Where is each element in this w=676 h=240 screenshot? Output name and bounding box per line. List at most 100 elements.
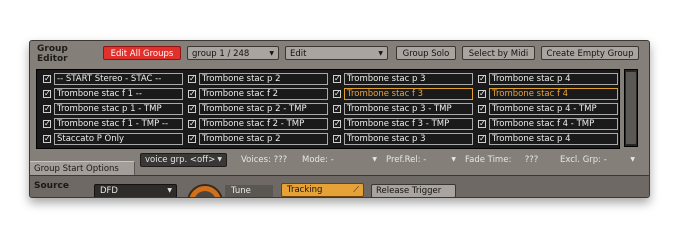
fade-time-value: ??? xyxy=(524,155,539,165)
group-cell[interactable]: ✓ Trombone stac p 3 - TMP xyxy=(330,103,474,115)
voice-group-value: voice grp. <off> xyxy=(145,155,216,165)
voice-group-dropdown[interactable]: voice grp. <off> ▼ xyxy=(140,153,227,167)
voices-field[interactable]: Voices: ??? xyxy=(241,153,287,167)
group-cell[interactable]: ✓ Trombone stac f 2 xyxy=(185,88,329,100)
group-select-dropdown[interactable]: group 1 / 248 ▼ xyxy=(187,46,279,60)
group-name[interactable]: Trombone stac p 3 xyxy=(344,133,473,145)
group-cell[interactable]: ✓ Trombone stac f 4 - TMP xyxy=(475,118,619,130)
group-name[interactable]: Staccato P Only xyxy=(54,133,183,145)
group-enable-checkbox[interactable]: ✓ xyxy=(188,120,196,128)
group-cell[interactable]: ✓ Trombone stac p 2 xyxy=(185,133,329,145)
chevron-down-icon: ▼ xyxy=(451,156,456,163)
group-enable-checkbox[interactable]: ✓ xyxy=(43,105,51,113)
group-name[interactable]: Trombone stac p 2 - TMP xyxy=(199,103,328,115)
group-name[interactable]: Trombone stac f 4 xyxy=(489,88,618,100)
chevron-down-icon: ▼ xyxy=(630,156,635,163)
chevron-down-icon: ▼ xyxy=(269,50,274,57)
group-enable-checkbox[interactable]: ✓ xyxy=(478,120,486,128)
scrollbar-thumb[interactable] xyxy=(626,72,636,144)
group-enable-checkbox[interactable]: ✓ xyxy=(478,105,486,113)
mode-value: - xyxy=(330,155,334,165)
group-name[interactable]: Trombone stac f 1 - TMP -- xyxy=(54,118,183,130)
group-name[interactable]: -- START Stereo - STAC -- xyxy=(54,73,183,85)
exclusive-group-field[interactable]: Excl. Grp: - ▼ xyxy=(560,153,635,167)
tracking-label: Tracking xyxy=(287,185,323,195)
group-name[interactable]: Trombone stac p 2 xyxy=(199,73,328,85)
group-name[interactable]: Trombone stac p 3 xyxy=(344,73,473,85)
group-enable-checkbox[interactable]: ✓ xyxy=(333,135,341,143)
voices-value: ??? xyxy=(273,155,288,165)
tracking-button[interactable]: Tracking ⟋ xyxy=(281,183,364,197)
group-solo-button[interactable]: Group Solo xyxy=(396,46,456,60)
group-enable-checkbox[interactable]: ✓ xyxy=(478,90,486,98)
source-mode-dropdown[interactable]: DFD ▼ xyxy=(94,184,177,197)
fade-time-field[interactable]: Fade Time: ??? xyxy=(465,153,538,167)
source-section: Source DFD ▼ Tune Tracking ⟋ Release Tri… xyxy=(30,175,649,197)
group-cell[interactable]: ✓ Trombone stac p 2 xyxy=(185,73,329,85)
group-cell[interactable]: ✓ Trombone stac p 4 xyxy=(475,133,619,145)
chevron-down-icon: ▼ xyxy=(372,156,377,163)
release-trigger-button[interactable]: Release Trigger xyxy=(371,184,456,197)
edit-select-dropdown[interactable]: Edit ▼ xyxy=(285,46,388,60)
group-enable-checkbox[interactable]: ✓ xyxy=(43,90,51,98)
create-empty-group-button[interactable]: Create Empty Group xyxy=(541,46,639,60)
group-enable-checkbox[interactable]: ✓ xyxy=(188,75,196,83)
chevron-down-icon: ▼ xyxy=(167,187,172,194)
group-enable-checkbox[interactable]: ✓ xyxy=(188,105,196,113)
group-enable-checkbox[interactable]: ✓ xyxy=(333,75,341,83)
group-cell[interactable]: ✓ Trombone stac p 2 - TMP xyxy=(185,103,329,115)
group-editor-title: Group Editor xyxy=(37,44,68,64)
group-name[interactable]: Trombone stac f 3 xyxy=(344,88,473,100)
excl-grp-value: - xyxy=(603,155,607,165)
group-list-scrollbar[interactable] xyxy=(624,69,638,147)
group-name[interactable]: Trombone stac f 1 -- xyxy=(54,88,183,100)
group-name[interactable]: Trombone stac f 4 - TMP xyxy=(489,118,618,130)
chevron-down-icon: ▼ xyxy=(378,50,383,57)
group-select-value: group 1 / 248 xyxy=(192,49,250,59)
group-cell[interactable]: ✓ Trombone stac p 3 xyxy=(330,133,474,145)
group-enable-checkbox[interactable]: ✓ xyxy=(188,90,196,98)
group-enable-checkbox[interactable]: ✓ xyxy=(478,135,486,143)
title-line-1: Group xyxy=(37,44,68,54)
tune-knob[interactable] xyxy=(187,184,223,197)
source-label: Source xyxy=(34,181,69,191)
group-name[interactable]: Trombone stac f 2 xyxy=(199,88,328,100)
group-cell[interactable]: ✓ Trombone stac f 1 - TMP -- xyxy=(40,118,184,130)
excl-grp-label: Excl. Grp: xyxy=(560,155,602,165)
pref-rel-value: - xyxy=(423,155,427,165)
group-name[interactable]: Trombone stac p 4 xyxy=(489,133,618,145)
group-name[interactable]: Trombone stac f 3 - TMP xyxy=(344,118,473,130)
group-enable-checkbox[interactable]: ✓ xyxy=(333,90,341,98)
group-cell[interactable]: ✓ Trombone stac p 1 - TMP xyxy=(40,103,184,115)
group-enable-checkbox[interactable]: ✓ xyxy=(333,105,341,113)
group-enable-checkbox[interactable]: ✓ xyxy=(43,135,51,143)
group-cell[interactable]: ✓ -- START Stereo - STAC -- xyxy=(40,73,184,85)
tune-knob-center xyxy=(194,191,216,197)
group-enable-checkbox[interactable]: ✓ xyxy=(43,120,51,128)
group-cell[interactable]: ✓ Trombone stac f 3 xyxy=(330,88,474,100)
edit-all-groups-button[interactable]: Edit All Groups xyxy=(103,46,181,60)
group-name[interactable]: Trombone stac p 1 - TMP xyxy=(54,103,183,115)
group-enable-checkbox[interactable]: ✓ xyxy=(333,120,341,128)
group-cell[interactable]: ✓ Staccato P Only xyxy=(40,133,184,145)
group-enable-checkbox[interactable]: ✓ xyxy=(478,75,486,83)
group-cell[interactable]: ✓ Trombone stac p 4 - TMP xyxy=(475,103,619,115)
source-mode-value: DFD xyxy=(100,186,118,196)
group-enable-checkbox[interactable]: ✓ xyxy=(188,135,196,143)
group-name[interactable]: Trombone stac p 4 xyxy=(489,73,618,85)
group-cell[interactable]: ✓ Trombone stac p 4 xyxy=(475,73,619,85)
group-cell[interactable]: ✓ Trombone stac f 4 xyxy=(475,88,619,100)
group-cell[interactable]: ✓ Trombone stac f 3 - TMP xyxy=(330,118,474,130)
tab-group-start-options[interactable]: Group Start Options xyxy=(30,161,135,175)
pref-rel-field[interactable]: Pref.Rel: - ▼ xyxy=(386,153,456,167)
group-cell[interactable]: ✓ Trombone stac p 3 xyxy=(330,73,474,85)
group-enable-checkbox[interactable]: ✓ xyxy=(43,75,51,83)
group-cell[interactable]: ✓ Trombone stac f 2 - TMP xyxy=(185,118,329,130)
group-cell[interactable]: ✓ Trombone stac f 1 -- xyxy=(40,88,184,100)
group-name[interactable]: Trombone stac p 3 - TMP xyxy=(344,103,473,115)
group-name[interactable]: Trombone stac f 2 - TMP xyxy=(199,118,328,130)
group-name[interactable]: Trombone stac p 4 - TMP xyxy=(489,103,618,115)
select-by-midi-button[interactable]: Select by Midi xyxy=(462,46,535,60)
group-name[interactable]: Trombone stac p 2 xyxy=(199,133,328,145)
mode-field[interactable]: Mode: - ▼ xyxy=(302,153,377,167)
